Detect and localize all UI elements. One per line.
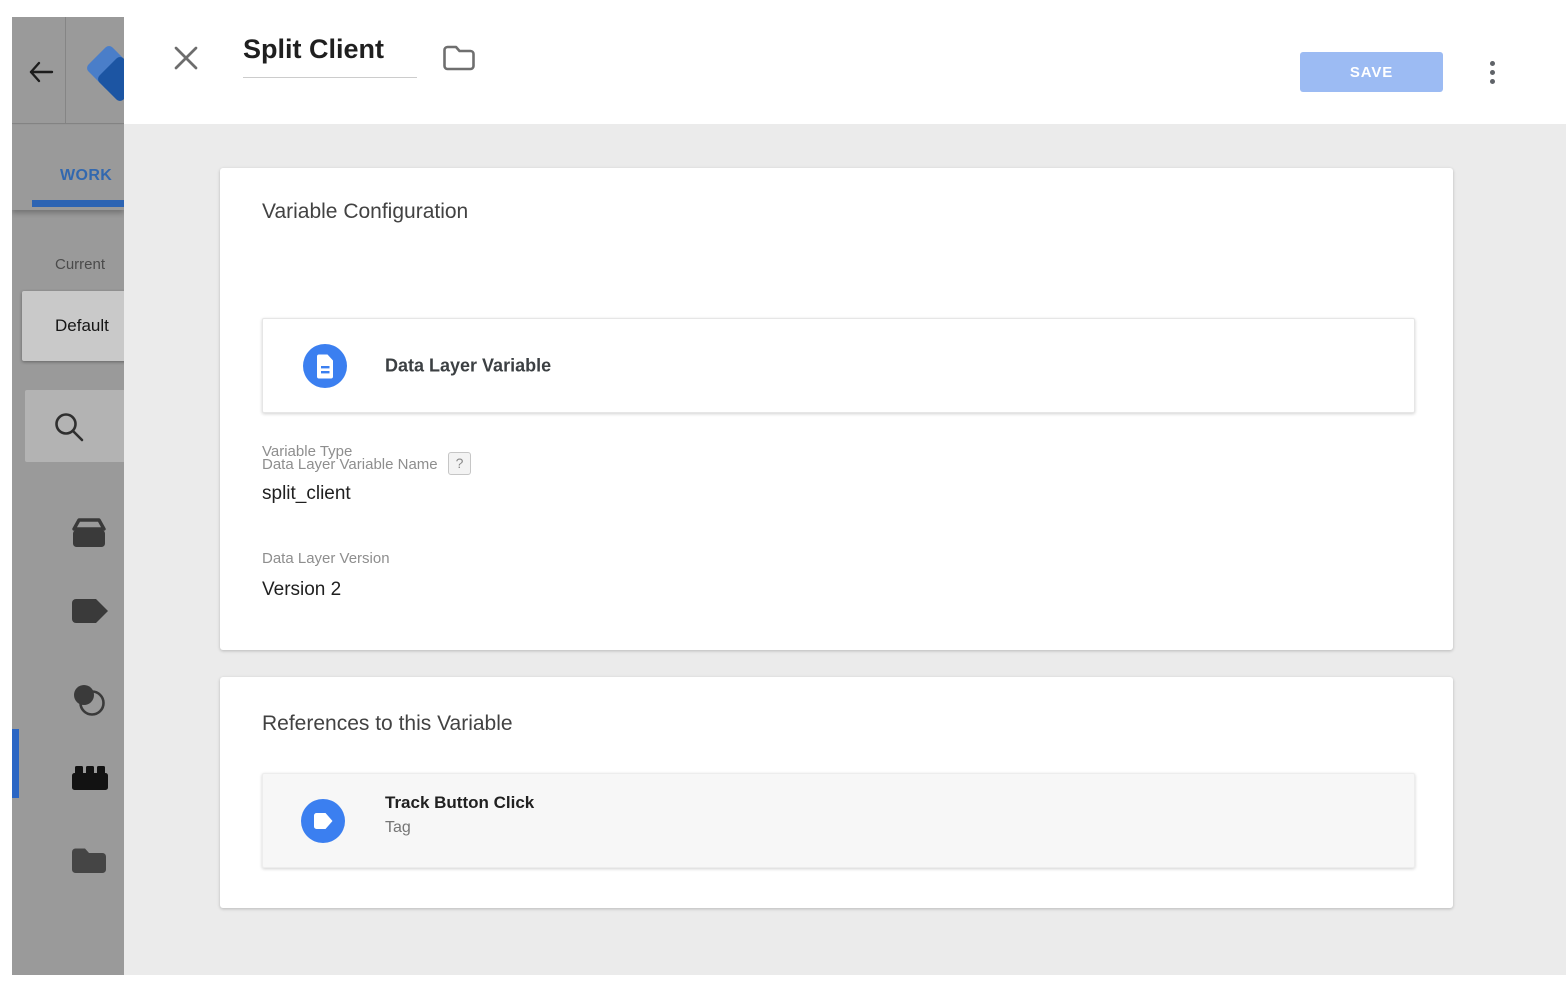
tag-icon — [301, 799, 345, 843]
help-badge[interactable]: ? — [448, 452, 472, 475]
reference-row[interactable]: Track Button Click Tag — [262, 773, 1415, 868]
dlv-name-label: Data Layer Variable Name — [262, 456, 438, 473]
editor-body: Variable Configuration Variable Type Dat… — [124, 124, 1566, 975]
variables-icon — [70, 764, 110, 792]
reference-type: Tag — [385, 819, 534, 837]
tags-icon — [70, 598, 110, 626]
more-vert-icon-dot — [1490, 79, 1495, 84]
page-title: Split Client — [243, 34, 417, 65]
folder-icon — [442, 44, 476, 72]
close-icon — [170, 42, 202, 74]
dlv-name-label-row: Data Layer Variable Name? — [262, 452, 471, 475]
card-title: Variable Configuration — [262, 200, 468, 224]
sidebar-item-folders[interactable] — [70, 846, 110, 882]
save-button[interactable]: SAVE — [1300, 52, 1443, 92]
more-vert-icon — [1490, 61, 1495, 66]
more-vert-icon-dot — [1490, 70, 1495, 75]
dlv-version-value: Version 2 — [262, 579, 341, 601]
variable-configuration-card: Variable Configuration Variable Type Dat… — [220, 168, 1453, 650]
dimmed-workspace-backdrop: WORK Current Default — [12, 17, 124, 975]
dlv-version-label: Data Layer Version — [262, 550, 390, 567]
editor-header: Split Client SAVE — [124, 0, 1566, 124]
document-icon — [315, 354, 335, 379]
active-nav-indicator — [12, 729, 19, 798]
variable-type-value: Data Layer Variable — [385, 355, 551, 376]
overview-icon — [70, 517, 110, 551]
more-actions-button[interactable] — [1481, 52, 1503, 92]
tag-glyph-icon — [312, 812, 334, 830]
triggers-icon — [70, 681, 108, 719]
sidebar-item-variables[interactable] — [70, 764, 110, 800]
data-layer-variable-icon — [303, 344, 347, 388]
gtm-variable-editor-screen: WORK Current Default — [0, 0, 1566, 990]
variable-type-row[interactable]: Data Layer Variable — [262, 318, 1415, 413]
close-button[interactable] — [170, 42, 202, 74]
sidebar-item-tags[interactable] — [70, 598, 110, 634]
title-underline — [243, 77, 417, 78]
variable-editor-panel: Split Client SAVE Variable Configuration… — [124, 0, 1566, 975]
sidebar-item-overview[interactable] — [70, 517, 110, 553]
reference-name: Track Button Click — [385, 793, 534, 813]
dlv-name-value: split_client — [262, 483, 351, 505]
sidebar-nav — [12, 17, 124, 975]
references-card-title: References to this Variable — [262, 712, 513, 736]
references-card: References to this Variable Track Button… — [220, 677, 1453, 908]
reference-texts: Track Button Click Tag — [385, 793, 534, 837]
move-to-folder-button[interactable] — [442, 44, 476, 72]
sidebar-item-triggers[interactable] — [70, 681, 110, 717]
variable-name-field[interactable]: Split Client — [243, 34, 417, 78]
folders-icon — [70, 846, 108, 876]
